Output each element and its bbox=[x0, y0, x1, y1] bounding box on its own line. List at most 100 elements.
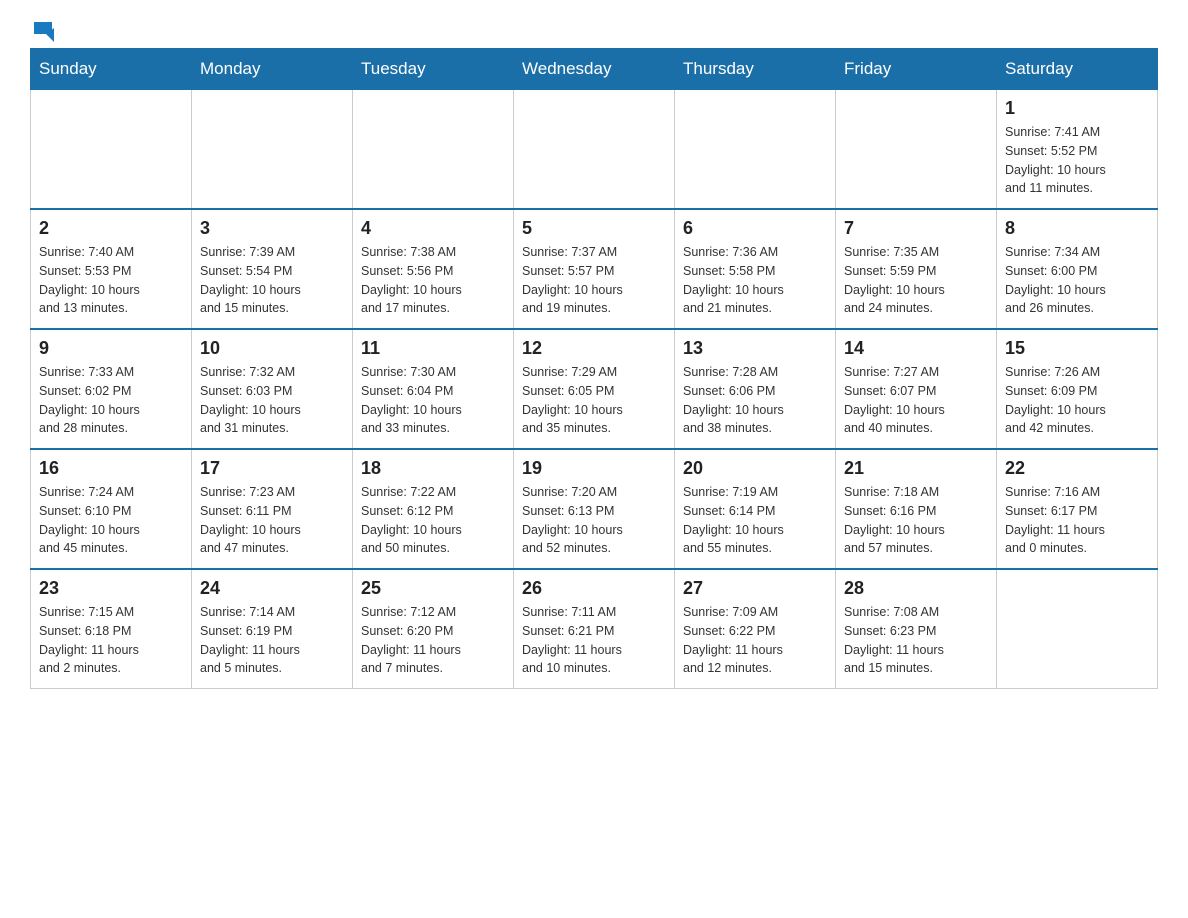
day-number: 17 bbox=[200, 458, 344, 479]
day-number: 21 bbox=[844, 458, 988, 479]
day-number: 3 bbox=[200, 218, 344, 239]
calendar-day-7: 7 Sunrise: 7:35 AMSunset: 5:59 PMDaylight… bbox=[836, 209, 997, 329]
calendar-header-monday: Monday bbox=[192, 49, 353, 90]
calendar-day-11: 11Sunrise: 7:30 AMSunset: 6:04 PMDayligh… bbox=[353, 329, 514, 449]
calendar-empty-cell bbox=[192, 90, 353, 210]
day-info: Sunrise: 7:22 AMSunset: 6:12 PMDaylight:… bbox=[361, 483, 505, 558]
calendar-day-14: 14Sunrise: 7:27 AMSunset: 6:07 PMDayligh… bbox=[836, 329, 997, 449]
day-number: 7 bbox=[844, 218, 988, 239]
calendar-day-27: 27 Sunrise: 7:09 AMSunset: 6:22 PMDayligh… bbox=[675, 569, 836, 689]
calendar-header-row: SundayMondayTuesdayWednesdayThursdayFrid… bbox=[31, 49, 1158, 90]
day-number: 28 bbox=[844, 578, 988, 599]
day-number: 16 bbox=[39, 458, 183, 479]
day-number: 25 bbox=[361, 578, 505, 599]
day-number: 19 bbox=[522, 458, 666, 479]
day-info: Sunrise: 7:15 AMSunset: 6:18 PMDaylight:… bbox=[39, 603, 183, 678]
day-number: 20 bbox=[683, 458, 827, 479]
calendar-day-16: 16 Sunrise: 7:24 AMSunset: 6:10 PMDayligh… bbox=[31, 449, 192, 569]
calendar-header-saturday: Saturday bbox=[997, 49, 1158, 90]
day-number: 13 bbox=[683, 338, 827, 359]
logo-flag-icon bbox=[32, 20, 54, 42]
calendar-week-row: 23 Sunrise: 7:15 AMSunset: 6:18 PMDayligh… bbox=[31, 569, 1158, 689]
calendar-day-1: 1 Sunrise: 7:41 AMSunset: 5:52 PMDaylight… bbox=[997, 90, 1158, 210]
calendar-day-18: 18 Sunrise: 7:22 AMSunset: 6:12 PMDayligh… bbox=[353, 449, 514, 569]
calendar-day-23: 23 Sunrise: 7:15 AMSunset: 6:18 PMDayligh… bbox=[31, 569, 192, 689]
day-info: Sunrise: 7:34 AMSunset: 6:00 PMDaylight:… bbox=[1005, 243, 1149, 318]
calendar-day-20: 20 Sunrise: 7:19 AMSunset: 6:14 PMDayligh… bbox=[675, 449, 836, 569]
day-info: Sunrise: 7:18 AMSunset: 6:16 PMDaylight:… bbox=[844, 483, 988, 558]
calendar-day-17: 17 Sunrise: 7:23 AMSunset: 6:11 PMDayligh… bbox=[192, 449, 353, 569]
day-info: Sunrise: 7:24 AMSunset: 6:10 PMDaylight:… bbox=[39, 483, 183, 558]
calendar-day-6: 6 Sunrise: 7:36 AMSunset: 5:58 PMDaylight… bbox=[675, 209, 836, 329]
day-info: Sunrise: 7:38 AMSunset: 5:56 PMDaylight:… bbox=[361, 243, 505, 318]
calendar-header-friday: Friday bbox=[836, 49, 997, 90]
day-info: Sunrise: 7:40 AMSunset: 5:53 PMDaylight:… bbox=[39, 243, 183, 318]
calendar-header-tuesday: Tuesday bbox=[353, 49, 514, 90]
day-info: Sunrise: 7:39 AMSunset: 5:54 PMDaylight:… bbox=[200, 243, 344, 318]
day-info: Sunrise: 7:41 AMSunset: 5:52 PMDaylight:… bbox=[1005, 123, 1149, 198]
day-info: Sunrise: 7:37 AMSunset: 5:57 PMDaylight:… bbox=[522, 243, 666, 318]
day-info: Sunrise: 7:19 AMSunset: 6:14 PMDaylight:… bbox=[683, 483, 827, 558]
day-info: Sunrise: 7:23 AMSunset: 6:11 PMDaylight:… bbox=[200, 483, 344, 558]
calendar-header-wednesday: Wednesday bbox=[514, 49, 675, 90]
day-number: 12 bbox=[522, 338, 666, 359]
calendar-empty-cell bbox=[836, 90, 997, 210]
calendar-empty-cell bbox=[675, 90, 836, 210]
day-number: 9 bbox=[39, 338, 183, 359]
day-info: Sunrise: 7:33 AMSunset: 6:02 PMDaylight:… bbox=[39, 363, 183, 438]
day-info: Sunrise: 7:32 AMSunset: 6:03 PMDaylight:… bbox=[200, 363, 344, 438]
calendar-day-22: 22 Sunrise: 7:16 AMSunset: 6:17 PMDayligh… bbox=[997, 449, 1158, 569]
day-number: 22 bbox=[1005, 458, 1149, 479]
calendar-day-12: 12 Sunrise: 7:29 AMSunset: 6:05 PMDayligh… bbox=[514, 329, 675, 449]
day-info: Sunrise: 7:14 AMSunset: 6:19 PMDaylight:… bbox=[200, 603, 344, 678]
calendar-header-thursday: Thursday bbox=[675, 49, 836, 90]
day-number: 8 bbox=[1005, 218, 1149, 239]
day-number: 18 bbox=[361, 458, 505, 479]
day-number: 5 bbox=[522, 218, 666, 239]
day-number: 15 bbox=[1005, 338, 1149, 359]
day-number: 11 bbox=[361, 338, 505, 359]
day-number: 1 bbox=[1005, 98, 1149, 119]
day-info: Sunrise: 7:12 AMSunset: 6:20 PMDaylight:… bbox=[361, 603, 505, 678]
calendar-day-24: 24Sunrise: 7:14 AMSunset: 6:19 PMDayligh… bbox=[192, 569, 353, 689]
day-info: Sunrise: 7:28 AMSunset: 6:06 PMDaylight:… bbox=[683, 363, 827, 438]
calendar-week-row: 9 Sunrise: 7:33 AMSunset: 6:02 PMDaylight… bbox=[31, 329, 1158, 449]
calendar-empty-cell bbox=[31, 90, 192, 210]
logo bbox=[30, 20, 54, 38]
calendar-day-8: 8 Sunrise: 7:34 AMSunset: 6:00 PMDaylight… bbox=[997, 209, 1158, 329]
calendar-week-row: 16 Sunrise: 7:24 AMSunset: 6:10 PMDayligh… bbox=[31, 449, 1158, 569]
calendar-day-13: 13 Sunrise: 7:28 AMSunset: 6:06 PMDayligh… bbox=[675, 329, 836, 449]
calendar-empty-cell bbox=[514, 90, 675, 210]
calendar-day-10: 10 Sunrise: 7:32 AMSunset: 6:03 PMDayligh… bbox=[192, 329, 353, 449]
calendar-header-sunday: Sunday bbox=[31, 49, 192, 90]
day-info: Sunrise: 7:36 AMSunset: 5:58 PMDaylight:… bbox=[683, 243, 827, 318]
calendar-day-2: 2Sunrise: 7:40 AMSunset: 5:53 PMDaylight… bbox=[31, 209, 192, 329]
day-info: Sunrise: 7:11 AMSunset: 6:21 PMDaylight:… bbox=[522, 603, 666, 678]
calendar-day-9: 9 Sunrise: 7:33 AMSunset: 6:02 PMDaylight… bbox=[31, 329, 192, 449]
day-info: Sunrise: 7:26 AMSunset: 6:09 PMDaylight:… bbox=[1005, 363, 1149, 438]
calendar-empty-cell bbox=[353, 90, 514, 210]
day-number: 6 bbox=[683, 218, 827, 239]
calendar-empty-cell bbox=[997, 569, 1158, 689]
day-info: Sunrise: 7:29 AMSunset: 6:05 PMDaylight:… bbox=[522, 363, 666, 438]
day-number: 14 bbox=[844, 338, 988, 359]
calendar-day-26: 26Sunrise: 7:11 AMSunset: 6:21 PMDayligh… bbox=[514, 569, 675, 689]
calendar-day-4: 4 Sunrise: 7:38 AMSunset: 5:56 PMDaylight… bbox=[353, 209, 514, 329]
calendar-day-5: 5 Sunrise: 7:37 AMSunset: 5:57 PMDaylight… bbox=[514, 209, 675, 329]
calendar-table: SundayMondayTuesdayWednesdayThursdayFrid… bbox=[30, 48, 1158, 689]
calendar-week-row: 2Sunrise: 7:40 AMSunset: 5:53 PMDaylight… bbox=[31, 209, 1158, 329]
day-number: 23 bbox=[39, 578, 183, 599]
page-header bbox=[30, 20, 1158, 38]
calendar-day-19: 19Sunrise: 7:20 AMSunset: 6:13 PMDayligh… bbox=[514, 449, 675, 569]
day-number: 4 bbox=[361, 218, 505, 239]
calendar-day-21: 21 Sunrise: 7:18 AMSunset: 6:16 PMDayligh… bbox=[836, 449, 997, 569]
day-info: Sunrise: 7:09 AMSunset: 6:22 PMDaylight:… bbox=[683, 603, 827, 678]
day-info: Sunrise: 7:08 AMSunset: 6:23 PMDaylight:… bbox=[844, 603, 988, 678]
day-number: 27 bbox=[683, 578, 827, 599]
day-number: 10 bbox=[200, 338, 344, 359]
calendar-day-15: 15 Sunrise: 7:26 AMSunset: 6:09 PMDayligh… bbox=[997, 329, 1158, 449]
day-info: Sunrise: 7:16 AMSunset: 6:17 PMDaylight:… bbox=[1005, 483, 1149, 558]
day-info: Sunrise: 7:35 AMSunset: 5:59 PMDaylight:… bbox=[844, 243, 988, 318]
calendar-week-row: 1 Sunrise: 7:41 AMSunset: 5:52 PMDaylight… bbox=[31, 90, 1158, 210]
calendar-day-28: 28 Sunrise: 7:08 AMSunset: 6:23 PMDayligh… bbox=[836, 569, 997, 689]
